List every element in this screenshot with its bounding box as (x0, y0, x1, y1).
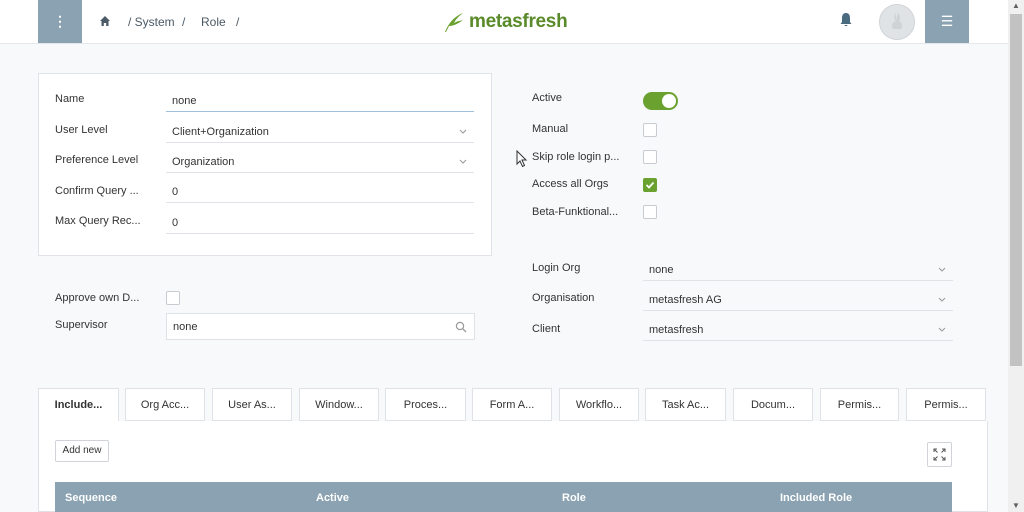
tab-process-access[interactable]: Proces... (385, 388, 466, 421)
supervisor-label: Supervisor (55, 319, 108, 331)
column-header-included-role[interactable]: Included Role (780, 492, 852, 504)
chevron-down-icon (938, 267, 946, 272)
tab-user-assignment[interactable]: User As... (212, 388, 292, 421)
scroll-up-icon[interactable]: ▲ (1008, 0, 1024, 12)
preference-level-select[interactable]: Organization (166, 149, 474, 173)
grid-header: Sequence Active Role Included Role (55, 482, 952, 512)
tab-window-access[interactable]: Window... (299, 388, 379, 421)
organisation-label: Organisation (532, 292, 595, 304)
beta-label: Beta-Funktional... (532, 206, 619, 218)
mouse-cursor-icon (516, 150, 528, 168)
tab-org-access[interactable]: Org Acc... (125, 388, 205, 421)
add-new-button[interactable]: Add new (55, 440, 109, 462)
chevron-down-icon (459, 159, 467, 164)
scrollbar-thumb[interactable] (1010, 14, 1022, 366)
search-icon[interactable] (455, 321, 467, 333)
expand-icon[interactable] (927, 442, 952, 467)
confirm-query-label: Confirm Query ... (55, 185, 139, 197)
bell-icon[interactable] (839, 12, 853, 28)
metasfresh-logo[interactable]: metasfresh (443, 9, 568, 35)
access-all-orgs-checkbox[interactable] (643, 178, 657, 192)
breadcrumb-system[interactable]: / System (128, 15, 175, 29)
list-menu-icon[interactable]: ☰ (925, 0, 969, 43)
chevron-down-icon (938, 327, 946, 332)
login-org-label: Login Org (532, 262, 581, 274)
tab-document-access[interactable]: Docum... (733, 388, 813, 421)
approve-own-label: Approve own D... (55, 292, 140, 304)
user-level-select[interactable]: Client+Organization (166, 119, 474, 143)
scroll-down-icon[interactable]: ▼ (1008, 500, 1024, 512)
tab-task-access[interactable]: Task Ac... (645, 388, 726, 421)
user-level-label: User Level (55, 124, 108, 136)
column-header-active[interactable]: Active (316, 492, 349, 504)
tab-form-access[interactable]: Form A... (472, 388, 552, 421)
manual-checkbox[interactable] (643, 123, 657, 137)
preference-level-label: Preference Level (55, 154, 139, 166)
name-field[interactable]: none (166, 88, 474, 112)
supervisor-lookup[interactable]: none (166, 313, 475, 340)
active-toggle[interactable] (643, 92, 678, 110)
login-org-select[interactable]: none (643, 257, 953, 281)
kebab-menu-icon[interactable]: ⋮ (38, 0, 82, 43)
leaf-icon (445, 13, 463, 32)
tab-permissions-2[interactable]: Permis... (906, 388, 986, 421)
tab-bar: Include... Org Acc... User As... Window.… (38, 388, 988, 422)
checkmark-icon (645, 181, 655, 189)
avatar[interactable] (879, 4, 915, 40)
name-label: Name (55, 93, 85, 105)
toggle-knob (662, 94, 676, 108)
organisation-select[interactable]: metasfresh AG (643, 287, 953, 311)
breadcrumb-separator: / (182, 15, 186, 29)
column-header-sequence[interactable]: Sequence (65, 492, 117, 504)
chevron-down-icon (938, 297, 946, 302)
tab-included-roles[interactable]: Include... (38, 388, 119, 422)
beta-checkbox[interactable] (643, 205, 657, 219)
access-all-orgs-label: Access all Orgs (532, 178, 609, 190)
skip-role-checkbox[interactable] (643, 150, 657, 164)
max-query-field[interactable]: 0 (166, 210, 474, 234)
skip-role-label: Skip role login p... (532, 151, 620, 163)
breadcrumb-separator: / (236, 15, 240, 29)
active-label: Active (532, 92, 562, 104)
max-query-label: Max Query Rec... (55, 215, 141, 227)
column-header-role[interactable]: Role (562, 492, 586, 504)
rabbit-icon (892, 13, 903, 29)
tab-permissions-1[interactable]: Permis... (820, 388, 899, 421)
chevron-down-icon (459, 129, 467, 134)
approve-own-checkbox[interactable] (166, 291, 180, 305)
manual-label: Manual (532, 123, 569, 135)
home-icon[interactable] (98, 14, 112, 28)
fullscreen-icon (933, 448, 946, 461)
client-label: Client (532, 323, 561, 335)
app-header: ⋮ / System / Role / metasfresh ☰ (0, 0, 1008, 44)
confirm-query-field[interactable]: 0 (166, 179, 474, 203)
tab-workflow-access[interactable]: Workflo... (559, 388, 639, 421)
client-select[interactable]: metasfresh (643, 317, 953, 341)
breadcrumb-role[interactable]: Role (201, 15, 226, 29)
